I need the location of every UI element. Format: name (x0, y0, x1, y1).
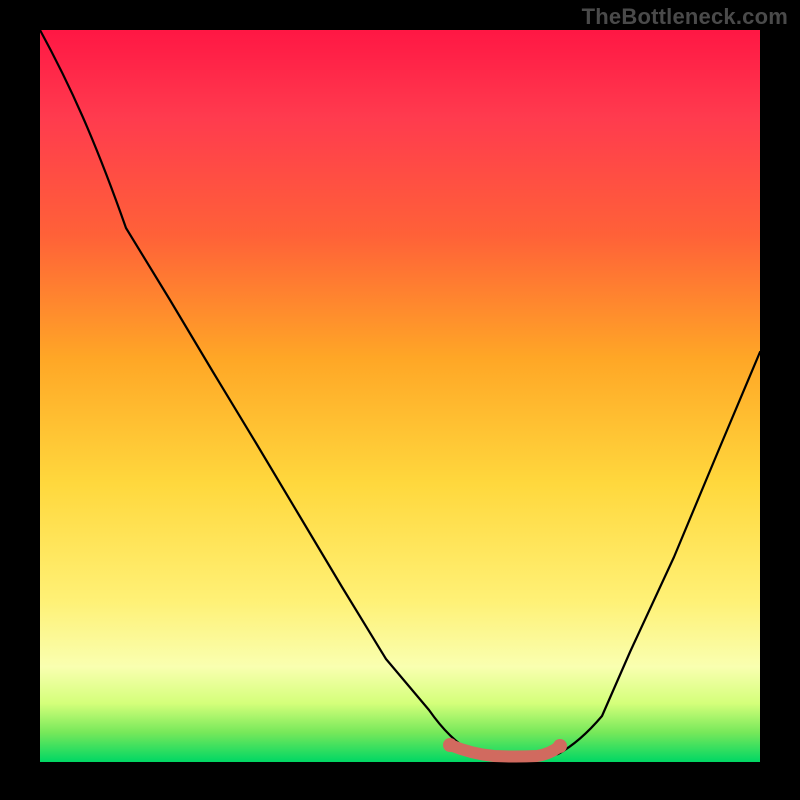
optimal-range-end-dot (553, 739, 567, 753)
bottleneck-curve (40, 30, 760, 758)
optimal-range-marker (450, 745, 560, 757)
chart-frame: TheBottleneck.com (0, 0, 800, 800)
plot-area (40, 30, 760, 762)
watermark-text: TheBottleneck.com (582, 4, 788, 30)
bottleneck-curve-svg (40, 30, 760, 762)
